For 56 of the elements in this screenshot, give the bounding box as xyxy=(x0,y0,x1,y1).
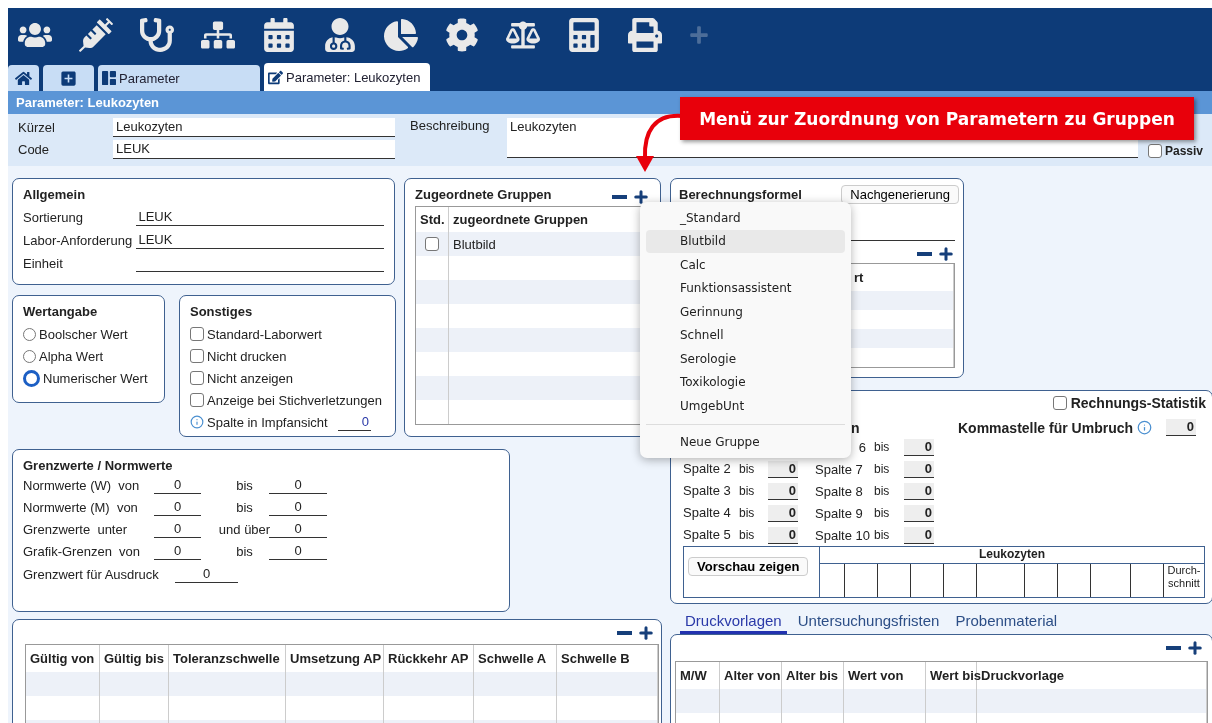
panel-title: Allgemein xyxy=(23,187,87,202)
field-label: Labor-Anforderung xyxy=(23,233,134,248)
field-label: Spalte 7 xyxy=(815,461,864,477)
field-label: bis xyxy=(739,528,756,542)
field-label: bis xyxy=(874,462,891,476)
field-label: Grafik-Grenzen von xyxy=(23,544,142,559)
field-label: bis xyxy=(235,500,254,515)
field-label: Grenzwert für Ausdruck xyxy=(23,567,160,582)
field-label: Spalte 3 xyxy=(683,482,732,500)
field-label: Spalte 4 xyxy=(683,504,732,522)
radio-label: Numerischer Wert xyxy=(43,370,148,386)
field-label: Spalte 9 xyxy=(815,505,864,521)
field-label: Kürzel xyxy=(18,120,56,135)
field-label: und über xyxy=(217,522,272,537)
checkbox-label: Anzeige bei Stichverletzungen xyxy=(207,392,382,408)
checkbox-label: Standard-Laborwert xyxy=(207,326,322,342)
radio-label: Boolscher Wert xyxy=(39,326,128,342)
section-heading: n xyxy=(850,419,861,436)
field-label: Spalte 2 xyxy=(683,460,732,478)
field-label: bis xyxy=(874,506,891,520)
field-label: Normwerte (W) von xyxy=(23,478,141,493)
field-label: bis xyxy=(739,506,756,520)
field-label: bis xyxy=(235,544,254,559)
tab-label: Parameter xyxy=(119,70,180,86)
field-label: bis xyxy=(874,528,891,542)
field-label: bis xyxy=(874,440,891,454)
field-label: Spalte 10 xyxy=(815,527,871,543)
field-label: 6 xyxy=(857,439,867,455)
field-label: Beschreibung xyxy=(410,118,491,133)
field-label: bis xyxy=(874,484,891,498)
column-header: Durch-schnitt xyxy=(1166,564,1202,591)
field-label: Einheit xyxy=(23,256,64,271)
field-label: Code xyxy=(18,142,51,157)
field-label: bis xyxy=(235,478,254,493)
field-label: bis xyxy=(739,462,756,476)
field-label: Normwerte (M) von xyxy=(23,500,139,515)
panel-title: Sonstiges xyxy=(190,304,254,319)
checkbox-label: Nicht drucken xyxy=(207,348,287,364)
field-label: bis xyxy=(739,484,756,498)
field-label: Kommastelle für Umbruch xyxy=(958,419,1134,436)
annotation-tooltip: Menü zur Zuordnung von Parametern zu Gruppen xyxy=(680,97,1194,140)
field-label: Spalte 8 xyxy=(815,483,864,499)
checkbox-label: Nicht anzeigen xyxy=(207,370,293,386)
panel-title: Berechnungsformel xyxy=(679,187,802,202)
checkbox-label: Rechnungs-Statistik xyxy=(1070,395,1206,411)
panel-title: Zugeordnete Gruppen xyxy=(415,187,552,202)
preview-title: Leukozyten xyxy=(979,547,1045,563)
tab-label: Parameter: Leukozyten xyxy=(286,69,421,85)
field-label: Grenzwerte unter xyxy=(23,522,129,537)
panel-title: Grenzwerte / Normwerte xyxy=(23,458,174,473)
field-label: Sortierung xyxy=(23,210,84,225)
field-label: Spalte in Impfansicht xyxy=(207,414,329,430)
field-label: Spalte 5 xyxy=(683,526,732,544)
radio-label: Alpha Wert xyxy=(39,348,104,364)
panel-title: Wertangabe xyxy=(23,304,99,319)
checkbox-label: Passiv xyxy=(1165,144,1204,158)
